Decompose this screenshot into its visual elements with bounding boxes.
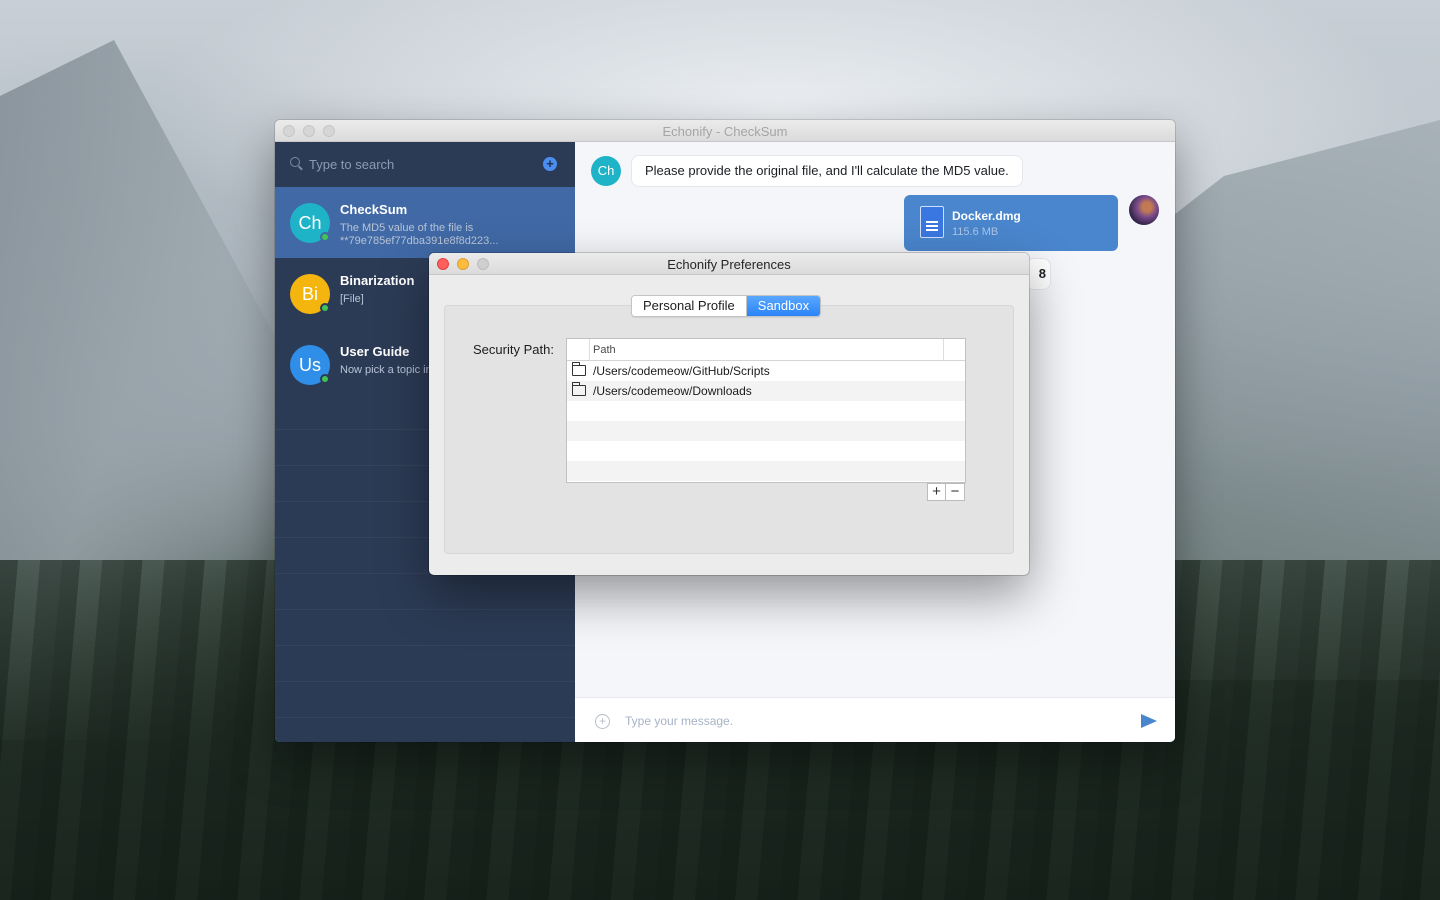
empty-row bbox=[567, 441, 965, 461]
security-path-table[interactable]: Path /Users/codemeow/GitHub/Scripts /Use… bbox=[566, 338, 966, 483]
column-divider bbox=[589, 339, 590, 360]
online-status-icon bbox=[320, 374, 330, 384]
message-composer: + bbox=[575, 697, 1175, 742]
file-size: 115.6 MB bbox=[952, 226, 999, 238]
column-divider bbox=[943, 339, 944, 360]
chat-preview: The MD5 value of the file is **79e785ef7… bbox=[340, 222, 499, 247]
add-path-button[interactable]: + bbox=[927, 483, 946, 501]
search-bar: + bbox=[275, 142, 575, 187]
online-status-icon bbox=[320, 303, 330, 313]
send-icon[interactable] bbox=[1141, 714, 1157, 728]
window-title: Echonify - CheckSum bbox=[662, 124, 788, 139]
chat-name: User Guide bbox=[340, 344, 410, 359]
chat-name: Binarization bbox=[340, 273, 415, 288]
table-row[interactable]: /Users/codemeow/GitHub/Scripts bbox=[567, 361, 965, 381]
incoming-message: Please provide the original file, and I'… bbox=[631, 155, 1023, 187]
plus-circle-icon[interactable]: + bbox=[595, 714, 610, 729]
table-row[interactable]: /Users/codemeow/Downloads bbox=[567, 381, 965, 401]
column-header-path[interactable]: Path bbox=[593, 344, 616, 356]
search-icon bbox=[290, 157, 300, 167]
row-path: /Users/codemeow/Downloads bbox=[593, 384, 752, 398]
add-remove-controls: + − bbox=[927, 483, 965, 501]
file-message[interactable]: Docker.dmg 115.6 MB bbox=[904, 195, 1118, 251]
remove-path-button[interactable]: − bbox=[946, 483, 965, 501]
chat-item-checksum[interactable]: Ch CheckSum The MD5 value of the file is… bbox=[275, 187, 575, 258]
chat-name: CheckSum bbox=[340, 202, 408, 217]
tab-bar: Personal Profile Sandbox bbox=[631, 295, 822, 317]
preferences-window: Echonify Preferences Personal Profile Sa… bbox=[429, 253, 1029, 575]
row-path: /Users/codemeow/GitHub/Scripts bbox=[593, 364, 770, 378]
folder-icon bbox=[572, 382, 586, 396]
message-input[interactable] bbox=[625, 710, 1105, 732]
avatar: Ch bbox=[591, 156, 621, 186]
folder-icon bbox=[572, 362, 586, 376]
online-status-icon bbox=[320, 232, 330, 242]
preferences-titlebar[interactable]: Echonify Preferences bbox=[429, 253, 1029, 275]
tab-personal-profile[interactable]: Personal Profile bbox=[632, 296, 746, 316]
plus-circle-icon[interactable]: + bbox=[543, 157, 557, 171]
tab-sandbox[interactable]: Sandbox bbox=[745, 296, 821, 316]
user-avatar bbox=[1129, 195, 1159, 225]
table-header: Path bbox=[567, 339, 965, 361]
security-path-label: Security Path: bbox=[473, 342, 554, 357]
empty-row bbox=[567, 401, 965, 421]
window-title: Echonify Preferences bbox=[667, 257, 791, 272]
empty-row bbox=[567, 421, 965, 441]
empty-row bbox=[567, 461, 965, 481]
search-input[interactable] bbox=[309, 154, 529, 174]
file-name: Docker.dmg bbox=[952, 209, 1021, 223]
document-icon bbox=[920, 206, 944, 238]
main-titlebar[interactable]: Echonify - CheckSum bbox=[275, 120, 1175, 142]
